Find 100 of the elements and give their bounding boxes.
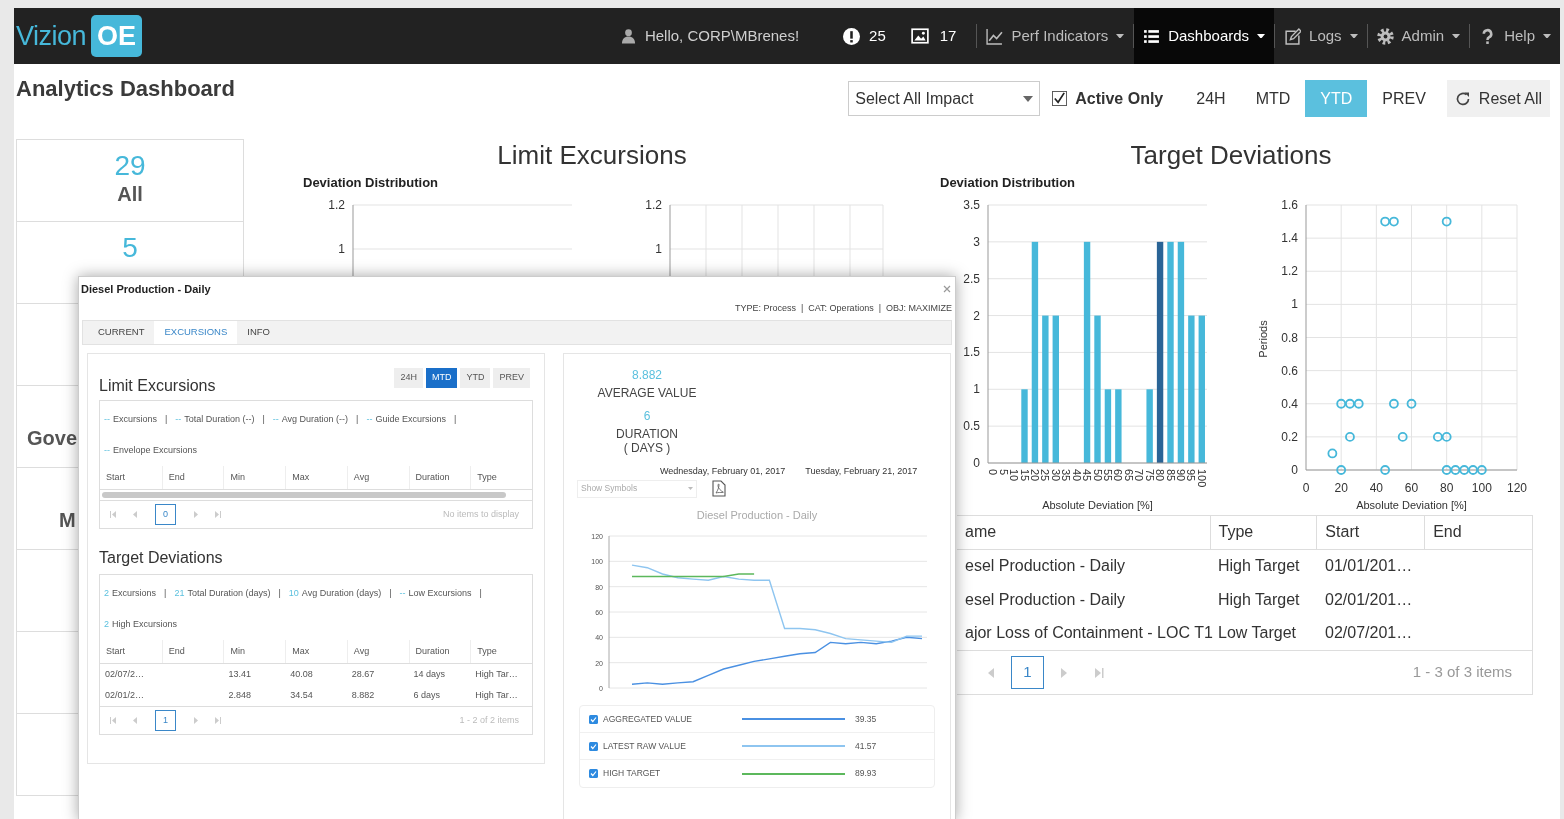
tick-label: 0 [1302, 480, 1310, 495]
logo: Vizion OE [16, 15, 143, 57]
table-cell: 14 days [413, 668, 446, 679]
category-label: 75 [1143, 468, 1156, 481]
section-title: Target Deviations [1129, 140, 1333, 170]
nav-menu[interactable]: Logs [1275, 8, 1367, 64]
caret-icon [1543, 33, 1551, 39]
image-icon [909, 27, 930, 45]
divider-text: | [262, 413, 265, 426]
tab[interactable]: INFO [237, 321, 280, 344]
divider-text: | [165, 413, 168, 426]
table-cell: ajor Loss of Containment - LOC T1 [965, 624, 1213, 642]
alert-count[interactable]: 25 [869, 24, 886, 48]
stat-item: 2 Excursions [104, 587, 157, 600]
column-header[interactable]: Type [470, 640, 532, 663]
scrollbar[interactable] [102, 492, 506, 498]
tick-label: 2 [973, 308, 980, 323]
start-date: Wednesday, February 01, 2017 [660, 465, 786, 478]
legend-label: HIGH TARGET [603, 767, 662, 780]
impact-select[interactable]: Select All Impact [848, 81, 1041, 116]
nav-menu[interactable]: Perf Indicators [977, 8, 1134, 64]
page-number[interactable]: 1 [1011, 656, 1044, 689]
category-label: 60 [1112, 468, 1125, 481]
stat-item: 2 High Excursions [104, 618, 178, 631]
tick-label: 0.2 [1281, 429, 1298, 444]
kpi-label: AVERAGE VALUE [597, 386, 697, 400]
table-cell: 02/01/2… [105, 689, 145, 700]
column-header[interactable]: Start [100, 466, 162, 489]
column-header[interactable]: ame [957, 515, 1210, 549]
kpi-count: 5 [122, 232, 138, 264]
scatter-point [1441, 216, 1452, 226]
column-header[interactable]: End [161, 466, 224, 489]
tab[interactable]: EXCURSIONS [154, 321, 238, 344]
panel-title: Limit Excursions [99, 376, 216, 396]
range-button[interactable]: 24H [394, 368, 423, 388]
divider-text: | [479, 587, 482, 600]
column-header[interactable]: Duration [408, 640, 471, 663]
nav-menu[interactable]: Help [1470, 8, 1560, 64]
tick-label: 1 [973, 381, 980, 396]
pager-summary: 1 - 2 of 2 items [459, 713, 519, 727]
last-page-icon [215, 717, 221, 724]
range-button[interactable]: PREV [1367, 80, 1441, 117]
stat-item: 21 Total Duration (days) [174, 587, 271, 600]
edit-icon [1284, 27, 1302, 45]
category-label: 65 [1122, 468, 1135, 481]
modal-title: Diesel Production - Daily [81, 282, 211, 297]
category-label: 50 [1091, 468, 1104, 481]
previous-page-icon [133, 511, 137, 518]
column-header[interactable]: Start [1316, 515, 1425, 549]
tick-label: 1 [338, 241, 345, 256]
column-header[interactable]: End [161, 640, 224, 663]
column-header[interactable]: Max [285, 466, 347, 489]
column-header[interactable]: Min [223, 640, 286, 663]
caret-icon [1257, 33, 1266, 39]
stat-item: -- Total Duration (--) [175, 413, 255, 426]
scatter-point [1380, 464, 1391, 475]
nav-menu[interactable]: Admin [1367, 8, 1470, 64]
user-greeting[interactable]: Hello, CORP\MBrenes! [644, 24, 800, 48]
range-button[interactable]: PREV [493, 368, 530, 388]
tick-label: 100 [1471, 480, 1492, 495]
column-header[interactable]: Duration [408, 466, 471, 489]
legend-value: 39.35 [855, 712, 877, 726]
tab[interactable]: CURRENT [88, 321, 155, 344]
column-header[interactable]: End [1424, 515, 1532, 549]
kpi-card[interactable]: 29 All [16, 139, 244, 222]
legend-value: 41.57 [855, 739, 877, 753]
nav-menu[interactable]: Dashboards [1134, 8, 1275, 64]
scatter-point [1476, 464, 1487, 475]
column-header[interactable]: Type [470, 466, 532, 489]
column-header[interactable]: Type [1209, 515, 1317, 549]
table-cell: esel Production - Daily [965, 590, 1126, 608]
reset-button[interactable]: Reset All [1446, 80, 1550, 117]
column-header[interactable]: Avg [346, 640, 409, 663]
next-page-icon [194, 717, 198, 724]
column-header[interactable]: Avg [346, 466, 409, 489]
close-icon[interactable] [943, 285, 951, 294]
column-header[interactable]: Start [100, 640, 162, 663]
category-label: 0 [987, 468, 1000, 475]
checkbox[interactable] [589, 714, 598, 724]
scatter-point [1336, 398, 1347, 409]
tick-label: 3.5 [963, 197, 980, 212]
category-label: 85 [1164, 468, 1177, 481]
range-button[interactable]: MTD [426, 368, 458, 388]
category-label: 5 [997, 468, 1010, 475]
column-header[interactable]: Min [223, 466, 286, 489]
range-button[interactable]: YTD [460, 368, 491, 388]
range-button[interactable]: 24H [1181, 80, 1241, 117]
tick-label: 1.2 [328, 197, 345, 212]
checkbox[interactable] [589, 741, 598, 751]
page-number[interactable]: 1 [155, 710, 176, 731]
checkbox[interactable] [1052, 91, 1068, 106]
table-cell: 02/07/201… [1325, 624, 1413, 642]
caret-icon [1116, 33, 1125, 39]
image-count[interactable]: 17 [939, 24, 957, 48]
table-cell: 34.54 [290, 689, 313, 700]
page-number[interactable]: 0 [155, 504, 176, 525]
divider-text: | [356, 413, 359, 426]
previous-page-icon [987, 666, 995, 679]
range-button[interactable]: MTD [1240, 80, 1306, 117]
column-header[interactable]: Max [285, 640, 347, 663]
